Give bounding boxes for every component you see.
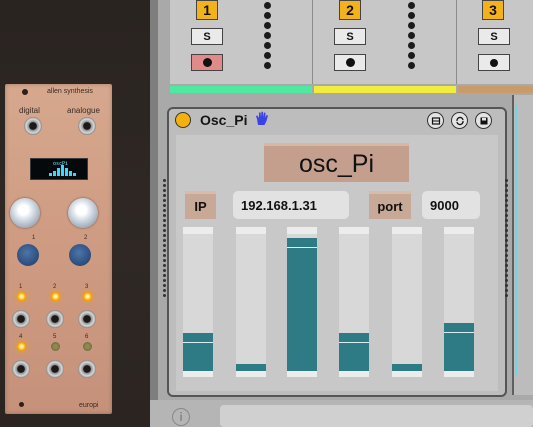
track-1-header: 1 S <box>170 0 313 84</box>
push-button-1 <box>17 244 39 266</box>
led-4-label: 4 <box>19 334 23 340</box>
slider-fill <box>444 323 474 371</box>
cv-out-1-jack <box>12 310 30 328</box>
refresh-icon[interactable] <box>451 112 468 129</box>
module-footer: europi <box>79 402 99 409</box>
label-digital: digital <box>19 106 40 115</box>
status-field <box>220 405 533 427</box>
oled-screen: oscPi <box>30 158 88 180</box>
slider-4[interactable] <box>339 227 369 377</box>
led-6 <box>83 342 92 351</box>
knob-2 <box>68 198 98 228</box>
led-3 <box>83 292 92 301</box>
track-2-meter <box>408 2 416 72</box>
europi-module: allen synthesis digital analogue oscPi 1… <box>5 84 112 414</box>
record-icon <box>202 58 212 67</box>
led-1 <box>17 292 26 301</box>
module-brand: allen synthesis <box>47 88 93 95</box>
save-icon[interactable] <box>475 112 492 129</box>
slider-fill <box>236 364 266 371</box>
slider-fill <box>287 238 317 371</box>
cv-out-6-jack <box>78 360 96 378</box>
led-3-label: 3 <box>85 284 89 290</box>
track-2-arm-button[interactable] <box>334 54 366 71</box>
analogue-in-jack <box>78 117 96 135</box>
device-header: Osc_Pi <box>169 109 505 133</box>
slider-fill <box>339 333 369 371</box>
digital-in-jack <box>24 117 42 135</box>
track-3-solo-button[interactable]: S <box>478 28 510 45</box>
track-3-number[interactable]: 3 <box>482 0 504 20</box>
record-icon <box>345 58 355 67</box>
led-2 <box>51 292 60 301</box>
track-3-header: 3 S <box>457 0 533 84</box>
knob-1 <box>10 198 40 228</box>
port-label: port <box>369 191 411 219</box>
slider-5[interactable] <box>392 227 422 377</box>
device-grip-right[interactable] <box>505 179 509 299</box>
osc-pi-device: Osc_Pi osc_Pi IP 192.168.1.31 port 9000 <box>163 107 509 397</box>
track-3-color-strip <box>458 86 533 93</box>
map-icon[interactable] <box>427 112 444 129</box>
hand-icon <box>255 111 269 130</box>
push-button-2 <box>69 244 91 266</box>
slider-2[interactable] <box>236 227 266 377</box>
device-body: osc_Pi IP 192.168.1.31 port 9000 <box>176 135 498 391</box>
slider-3[interactable] <box>287 227 317 377</box>
track-1-number[interactable]: 1 <box>196 0 218 20</box>
ip-label: IP <box>185 191 216 219</box>
mount-hole <box>22 89 28 95</box>
track-1-solo-button[interactable]: S <box>191 28 223 45</box>
label-analogue: analogue <box>67 106 100 115</box>
slider-fill <box>183 333 213 371</box>
device-name[interactable]: Osc_Pi <box>200 112 247 128</box>
record-icon <box>490 58 498 67</box>
mount-hole <box>19 402 24 407</box>
window-edge <box>150 0 158 427</box>
track-2-number[interactable]: 2 <box>339 0 361 20</box>
led-1-label: 1 <box>19 284 23 290</box>
track-2-solo-button[interactable]: S <box>334 28 366 45</box>
osc-title: osc_Pi <box>264 143 409 182</box>
oled-bars <box>49 165 76 176</box>
led-6-label: 6 <box>85 334 89 340</box>
slider-6[interactable] <box>444 227 474 377</box>
cv-out-2-jack <box>46 310 64 328</box>
led-5 <box>51 342 60 351</box>
port-field[interactable]: 9000 <box>422 191 480 219</box>
led-4 <box>17 342 26 351</box>
track-1-arm-button[interactable] <box>191 54 223 71</box>
info-icon[interactable]: i <box>172 408 190 426</box>
track-1-meter <box>264 2 272 72</box>
track-2-header: 2 S <box>313 0 457 84</box>
led-2-label: 2 <box>53 284 57 290</box>
slider-fill <box>392 364 422 371</box>
ip-field[interactable]: 192.168.1.31 <box>233 191 349 219</box>
device-power-button[interactable] <box>175 112 191 128</box>
track-1-color-strip <box>170 86 312 93</box>
led-5-label: 5 <box>53 334 57 340</box>
right-panel-accent <box>515 105 517 375</box>
cv-out-4-jack <box>12 360 30 378</box>
track-3-arm-button[interactable] <box>478 54 510 71</box>
cv-out-5-jack <box>46 360 64 378</box>
button-2-label: 2 <box>84 235 88 241</box>
cv-out-3-jack <box>78 310 96 328</box>
device-grip-left[interactable] <box>163 179 167 299</box>
right-panel <box>512 95 533 395</box>
track-2-color-strip <box>314 86 456 93</box>
button-1-label: 1 <box>32 235 36 241</box>
slider-1[interactable] <box>183 227 213 377</box>
